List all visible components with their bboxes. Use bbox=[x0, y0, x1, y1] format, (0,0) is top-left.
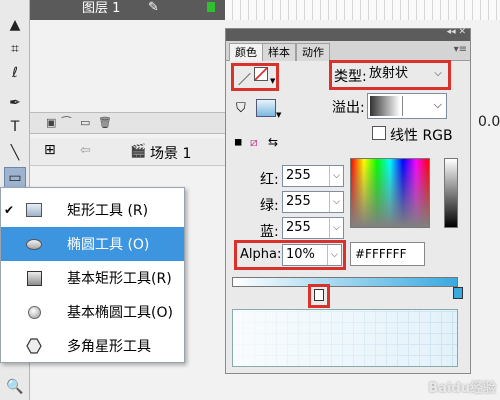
scene-icon: 🎬 bbox=[130, 144, 147, 159]
chevron-down-icon: ⌵ bbox=[433, 98, 442, 111]
text-tool-icon[interactable]: T bbox=[4, 116, 26, 138]
type-label: 类型: bbox=[334, 69, 367, 85]
rectangle-tool-icon[interactable]: ▭ bbox=[4, 167, 26, 189]
stroke-color-icon[interactable]: ／ bbox=[238, 69, 251, 88]
linear-rgb-label: 线性 RGB bbox=[390, 128, 453, 144]
brightness-slider[interactable] bbox=[444, 158, 458, 228]
layer-color-swatch bbox=[207, 2, 215, 12]
rectangle-icon bbox=[21, 200, 47, 220]
timeline-header: 图层 1 ✎ bbox=[30, 0, 500, 20]
gradient-color-pointer-right[interactable] bbox=[453, 287, 463, 299]
color-spectrum-picker[interactable] bbox=[350, 158, 430, 228]
menu-item-label: 椭圆工具 (O) bbox=[67, 237, 150, 253]
hex-input[interactable]: #FFFFFF bbox=[350, 242, 425, 266]
blue-label: 蓝: bbox=[260, 224, 279, 240]
delete-layer-icon[interactable]: 🗑 bbox=[98, 116, 112, 129]
polystar-icon bbox=[21, 336, 47, 356]
no-color-icon[interactable]: ⧄ bbox=[250, 135, 258, 150]
tab-swatches[interactable]: 样本 bbox=[262, 43, 296, 61]
lasso-icon[interactable]: ℓ bbox=[4, 62, 26, 84]
color-panel: ◂◂ ✕ 颜色 样本 动作 ▾≡ ／ ▼ ⛉ ▼ ◼ ⧄ ⇆ 类型: 放射状 ⌵… bbox=[225, 27, 471, 374]
red-input[interactable]: 255 ⌵ bbox=[282, 165, 344, 187]
collapse-close-icon[interactable]: ◂◂ ✕ bbox=[447, 27, 466, 37]
selection-tool-icon[interactable]: ▲ bbox=[4, 14, 26, 36]
pencil-icon: ✎ bbox=[148, 0, 159, 15]
panel-title-bar[interactable]: ◂◂ ✕ bbox=[226, 27, 470, 41]
spinner-icon[interactable]: ⌵ bbox=[329, 192, 343, 212]
menu-item-polystar-tool[interactable]: 多角星形工具 bbox=[1, 329, 184, 363]
overflow-dropdown[interactable]: ⌵ bbox=[367, 93, 447, 119]
panel-tabs: 颜色 样本 动作 ▾≡ bbox=[226, 41, 470, 61]
new-layer-icon[interactable]: ▣ bbox=[46, 116, 56, 129]
menu-item-label: 多角星形工具 bbox=[67, 339, 151, 355]
new-folder-icon[interactable]: ▭ bbox=[80, 116, 90, 129]
gradient-preview bbox=[232, 309, 458, 367]
spinner-icon[interactable]: ⌵ bbox=[329, 218, 343, 238]
layer-name[interactable]: 图层 1 bbox=[82, 0, 120, 18]
pen-tool-icon[interactable]: ✒ bbox=[4, 92, 26, 114]
gradient-color-pointer-left[interactable] bbox=[314, 289, 324, 301]
blue-input[interactable]: 255 ⌵ bbox=[282, 217, 344, 239]
primitive-oval-icon bbox=[21, 302, 47, 322]
menu-item-label: 矩形工具 (R) bbox=[67, 203, 149, 219]
alpha-label: Alpha: bbox=[240, 247, 282, 262]
frame-ruler[interactable] bbox=[225, 0, 500, 20]
coordinate-readout: 0.0 bbox=[478, 114, 500, 130]
menu-item-primitive-rectangle-tool[interactable]: 基本矩形工具(R) bbox=[1, 261, 184, 295]
tab-color[interactable]: 颜色 bbox=[229, 43, 263, 61]
type-dropdown[interactable]: 放射状 ⌵ bbox=[366, 64, 446, 86]
menu-item-rectangle-tool[interactable]: ✔ 矩形工具 (R) bbox=[1, 193, 184, 227]
zoom-tool-icon[interactable]: 🔍 bbox=[4, 376, 26, 398]
primitive-rectangle-icon bbox=[21, 268, 47, 288]
spinner-icon[interactable]: ⌵ bbox=[327, 245, 341, 265]
check-mark-icon: ✔ bbox=[3, 203, 15, 217]
overflow-label: 溢出: bbox=[332, 100, 365, 116]
back-arrow-icon[interactable]: ⇦ bbox=[80, 143, 91, 158]
timeline-toggle-icon[interactable]: ⊞ bbox=[44, 142, 56, 158]
scene-name[interactable]: 场景 1 bbox=[150, 143, 191, 163]
shape-tool-flyout-menu: ✔ 矩形工具 (R) 椭圆工具 (O) 基本矩形工具(R) 基本椭圆工具(O) … bbox=[0, 187, 185, 363]
menu-item-oval-tool[interactable]: 椭圆工具 (O) bbox=[1, 227, 184, 261]
line-tool-icon[interactable]: ╲ bbox=[4, 142, 26, 164]
panel-menu-icon[interactable]: ▾≡ bbox=[454, 44, 467, 55]
watermark: Baidu经验 bbox=[428, 381, 496, 396]
alpha-input[interactable]: 10% ⌵ bbox=[282, 244, 342, 266]
menu-item-label: 基本椭圆工具(O) bbox=[67, 305, 173, 321]
green-input[interactable]: 255 ⌵ bbox=[282, 191, 344, 213]
scene-bar: ⊞ ⇦ 🎬 场景 1 bbox=[30, 138, 230, 166]
stroke-swatch[interactable] bbox=[254, 67, 268, 81]
timeline-layer-controls: ▣ ⁀ ▭ 🗑 bbox=[30, 112, 230, 134]
fill-swatch[interactable] bbox=[256, 99, 276, 117]
spinner-icon[interactable]: ⌵ bbox=[329, 166, 343, 186]
oval-icon bbox=[21, 234, 47, 254]
green-label: 绿: bbox=[260, 198, 279, 214]
red-label: 红: bbox=[260, 172, 279, 188]
type-value: 放射状 bbox=[369, 66, 409, 81]
free-transform-icon[interactable]: ⌗ bbox=[4, 38, 26, 60]
menu-item-primitive-oval-tool[interactable]: 基本椭圆工具(O) bbox=[1, 295, 184, 329]
default-colors-icon[interactable]: ◼ bbox=[234, 137, 242, 148]
chevron-down-icon: ⌵ bbox=[434, 68, 442, 79]
paint-bucket-icon[interactable]: ⛉ bbox=[236, 101, 246, 116]
linear-rgb-checkbox[interactable] bbox=[372, 126, 386, 140]
tab-actions[interactable]: 动作 bbox=[296, 43, 330, 61]
swap-colors-icon[interactable]: ⇆ bbox=[268, 135, 278, 149]
menu-item-label: 基本矩形工具(R) bbox=[67, 271, 172, 287]
overflow-preview bbox=[370, 96, 400, 116]
gradient-definition-bar[interactable] bbox=[232, 277, 458, 287]
motion-guide-icon[interactable]: ⁀ bbox=[62, 116, 71, 129]
